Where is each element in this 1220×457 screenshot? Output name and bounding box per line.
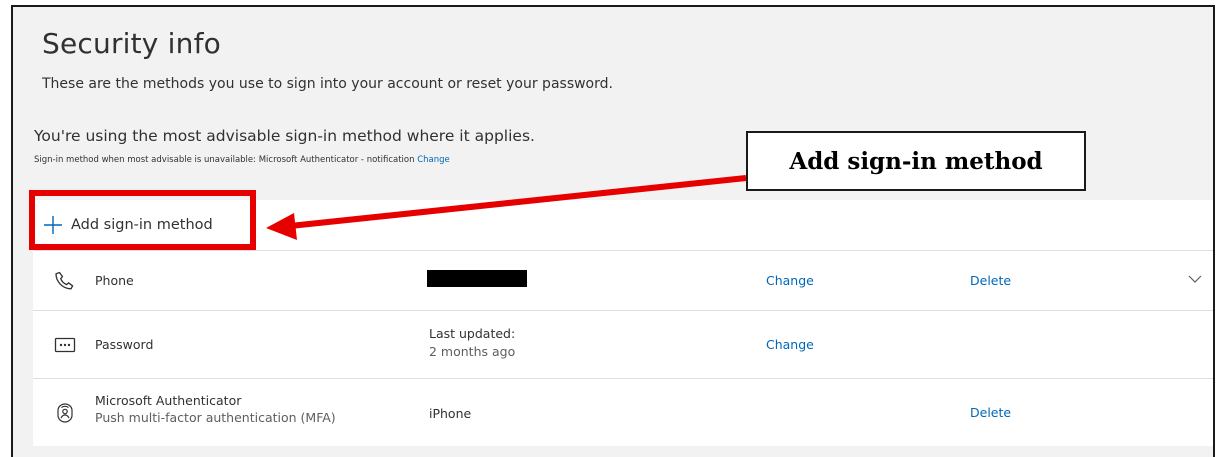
method-description: Push multi-factor authentication (MFA)	[95, 410, 336, 425]
add-method-row: Add sign-in method	[33, 200, 1213, 250]
password-icon	[53, 333, 77, 357]
default-method-text: Sign-in method when most advisable is un…	[34, 155, 415, 165]
authenticator-device: iPhone	[429, 406, 472, 421]
methods-list: Phone Change Delete Password Last update…	[33, 250, 1213, 446]
add-sign-in-method-button[interactable]: Add sign-in method	[41, 210, 213, 240]
annotation-callout: Add sign-in method	[746, 131, 1086, 191]
password-change-link[interactable]: Change	[766, 337, 814, 352]
annotation-callout-text: Add sign-in method	[789, 147, 1043, 175]
advisable-method-text: You're using the most advisable sign-in …	[34, 127, 535, 145]
add-sign-in-method-label: Add sign-in method	[71, 217, 213, 233]
plus-icon	[41, 213, 65, 237]
authenticator-delete-link[interactable]: Delete	[970, 405, 1011, 420]
page-subtitle: These are the methods you use to sign in…	[42, 76, 613, 92]
method-row-authenticator: Microsoft Authenticator Push multi-facto…	[33, 378, 1213, 446]
method-name: Password	[95, 337, 154, 352]
chevron-down-icon[interactable]	[1188, 271, 1202, 285]
method-name: Microsoft Authenticator	[95, 393, 242, 408]
default-method-change-link[interactable]: Change	[417, 155, 450, 165]
method-name: Phone	[95, 273, 134, 288]
default-method-line: Sign-in method when most advisable is un…	[34, 155, 450, 165]
method-row-phone: Phone Change Delete	[33, 250, 1213, 310]
security-info-page: Security info These are the methods you …	[11, 5, 1215, 457]
method-row-password: Password Last updated: 2 months ago Chan…	[33, 310, 1213, 378]
password-last-updated: Last updated: 2 months ago	[429, 325, 515, 361]
authenticator-icon	[53, 401, 77, 425]
authenticator-name: Microsoft Authenticator Push multi-facto…	[95, 393, 336, 425]
phone-icon	[53, 269, 77, 293]
phone-change-link[interactable]: Change	[766, 273, 814, 288]
redacted-phone-number	[427, 270, 527, 287]
page-title: Security info	[42, 27, 221, 60]
last-updated-value: 2 months ago	[429, 344, 516, 359]
last-updated-label: Last updated:	[429, 326, 516, 341]
phone-delete-link[interactable]: Delete	[970, 273, 1011, 288]
